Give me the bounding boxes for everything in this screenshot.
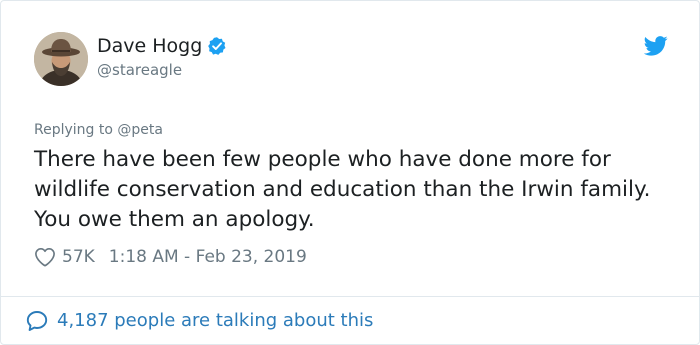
- tweet-meta-row: 57K 1:18 AM - Feb 23, 2019: [34, 246, 307, 268]
- twitter-bird-icon[interactable]: [644, 36, 668, 56]
- card-divider: [1, 296, 699, 297]
- talking-about-text[interactable]: 4,187 people are talking about this: [57, 309, 373, 333]
- tweet-text: There have been few people who have done…: [34, 147, 651, 232]
- avatar-image: [34, 32, 88, 86]
- replying-to-prefix: Replying to: [34, 122, 113, 138]
- speech-bubble-icon: [26, 311, 48, 331]
- verified-badge-icon: [208, 37, 226, 55]
- author-display-name[interactable]: Dave Hogg: [97, 35, 202, 57]
- tweet-card: Dave Hogg @stareagle Replying to @peta T…: [0, 0, 700, 345]
- replying-to-handle-link[interactable]: @peta: [117, 122, 163, 138]
- tweet-timestamp[interactable]: 1:18 AM - Feb 23, 2019: [109, 246, 307, 268]
- like-count[interactable]: 57K: [62, 246, 95, 268]
- conversation-link[interactable]: 4,187 people are talking about this: [25, 309, 373, 333]
- author-name-row[interactable]: Dave Hogg: [97, 35, 227, 57]
- heart-icon[interactable]: [34, 247, 56, 267]
- replying-to-line: Replying to @peta: [34, 122, 163, 138]
- avatar[interactable]: [34, 32, 88, 86]
- author-handle[interactable]: @stareagle: [97, 61, 182, 79]
